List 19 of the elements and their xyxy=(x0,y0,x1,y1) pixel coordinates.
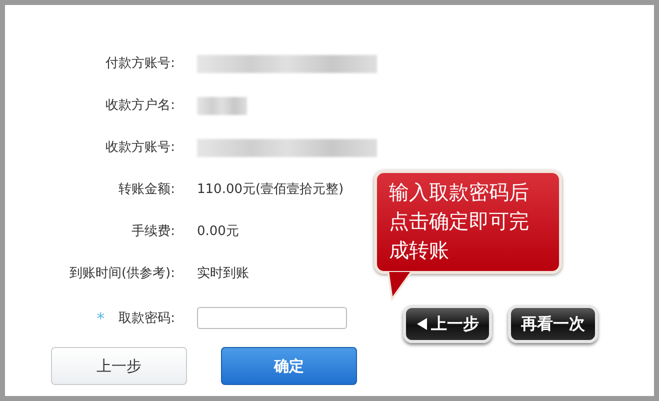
field-value: 110.00元(壹佰壹拾元整) xyxy=(197,181,344,199)
redacted-value xyxy=(197,97,247,115)
password-field[interactable] xyxy=(197,307,347,329)
field-value: 实时到账 xyxy=(197,265,249,283)
field-label: 到账时间(供参考): xyxy=(68,265,175,283)
field-label: 转账金额: xyxy=(118,181,175,199)
field-value: 0.00元 xyxy=(197,223,239,241)
back-button[interactable]: 上一步 xyxy=(51,347,187,385)
field-label: 收款方户名: xyxy=(104,97,175,115)
replay-button[interactable]: 再看一次 xyxy=(508,305,598,343)
confirm-button[interactable]: 确定 xyxy=(221,347,357,385)
field-label: 收款方账号: xyxy=(104,139,175,157)
required-marker: * xyxy=(96,308,105,328)
field-label: 付款方账号: xyxy=(104,55,175,73)
back-button[interactable]: 上一步 xyxy=(403,305,492,343)
left-triangle-icon xyxy=(416,317,428,331)
field-label: 手续费: xyxy=(130,223,175,241)
tip-bubble: 输入取款密码后点击确定即可完成转账 xyxy=(374,170,562,274)
field-label: 取款密码: xyxy=(118,310,175,327)
